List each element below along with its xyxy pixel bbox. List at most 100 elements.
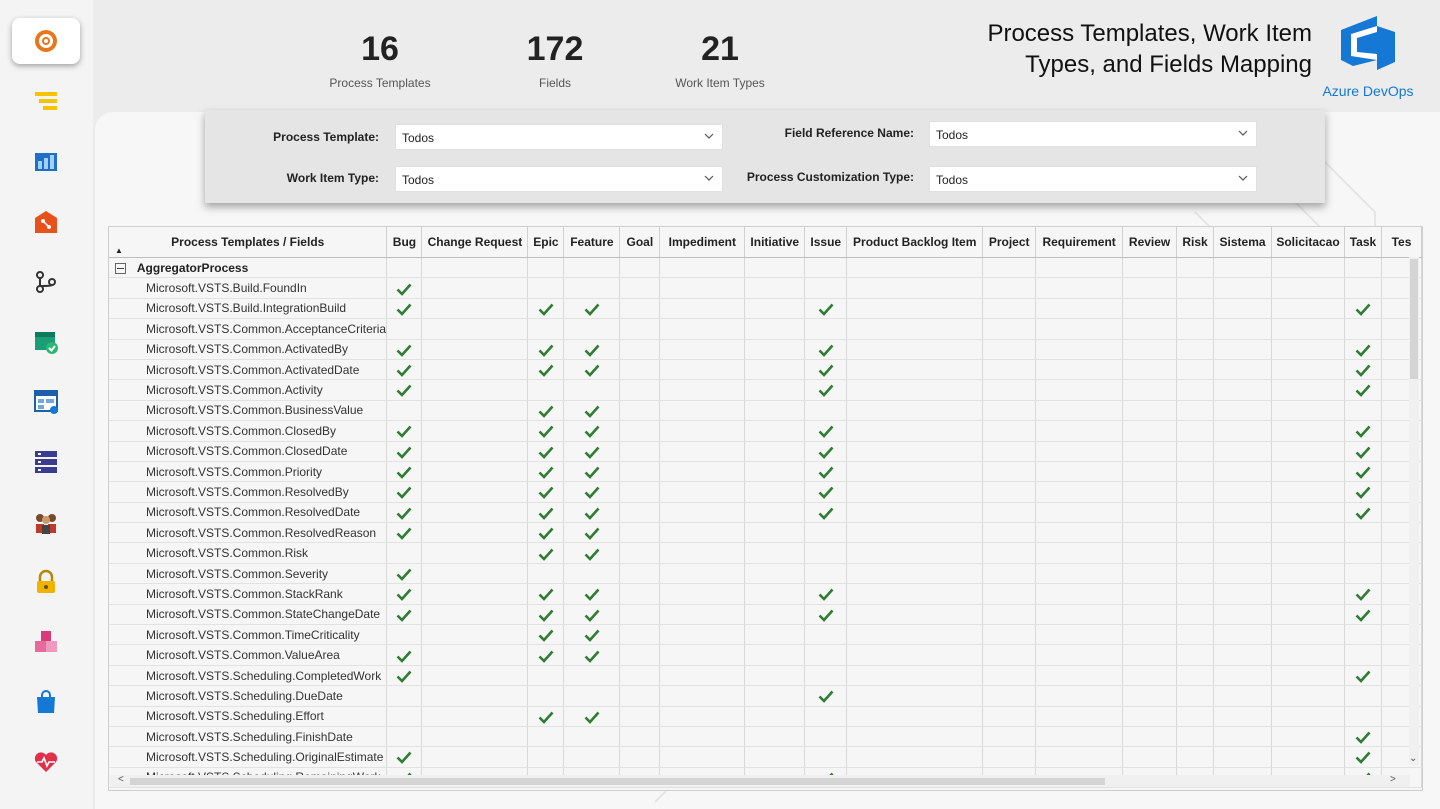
- field-reference-name-select[interactable]: Todos: [929, 121, 1257, 147]
- empty-cell: [1122, 298, 1178, 320]
- column-header-project[interactable]: Project: [982, 227, 1037, 258]
- empty-cell: [563, 379, 621, 401]
- column-header-goal[interactable]: Goal: [619, 227, 661, 258]
- table-row[interactable]: Microsoft.VSTS.Common.Activity: [109, 379, 1422, 401]
- empty-cell: [527, 726, 565, 748]
- table-row[interactable]: Microsoft.VSTS.Build.FoundIn: [109, 277, 1422, 299]
- table-row[interactable]: Microsoft.VSTS.Common.ClosedBy: [109, 420, 1422, 442]
- column-header-tes[interactable]: Tes: [1381, 227, 1422, 258]
- group-row[interactable]: AggregatorProcess: [109, 257, 1422, 279]
- field-name-cell: Microsoft.VSTS.Common.StateChangeDate: [109, 604, 388, 626]
- empty-cell: [1176, 420, 1215, 442]
- table-row[interactable]: Microsoft.VSTS.Common.ResolvedReason: [109, 522, 1422, 544]
- scroll-left-arrow-icon[interactable]: <: [118, 774, 124, 785]
- table-row[interactable]: Microsoft.VSTS.Common.TimeCriticality: [109, 624, 1422, 646]
- empty-cell: [1035, 583, 1124, 605]
- collapse-icon[interactable]: [115, 263, 126, 275]
- process-customization-type-select[interactable]: Todos: [929, 166, 1257, 192]
- column-header-epic[interactable]: Epic: [527, 227, 565, 258]
- vertical-scrollbar[interactable]: [1409, 257, 1419, 765]
- pipelines-icon[interactable]: [32, 448, 60, 476]
- azure-devops-gear-icon[interactable]: [32, 27, 60, 55]
- security-lock-icon[interactable]: [32, 568, 60, 596]
- empty-cell: [659, 746, 746, 768]
- table-row[interactable]: Microsoft.VSTS.Scheduling.Effort: [109, 706, 1422, 727]
- test-plans-icon[interactable]: [32, 328, 60, 356]
- column-header-change-request[interactable]: Change Request: [421, 227, 529, 258]
- table-row[interactable]: Microsoft.VSTS.Common.BusinessValue: [109, 400, 1422, 422]
- table-row[interactable]: Microsoft.VSTS.Scheduling.DueDate: [109, 685, 1422, 707]
- table-row[interactable]: Microsoft.VSTS.Common.AcceptanceCriteria: [109, 318, 1422, 340]
- sort-up-icon[interactable]: ▲: [115, 246, 123, 255]
- vertical-scroll-thumb[interactable]: [1410, 259, 1418, 379]
- boards-icon[interactable]: [32, 88, 60, 116]
- scroll-down-arrow-icon[interactable]: ⌄: [1409, 753, 1417, 764]
- table-row[interactable]: Microsoft.VSTS.Build.IntegrationBuild: [109, 298, 1422, 320]
- empty-cell: [1176, 604, 1215, 626]
- table-row[interactable]: Microsoft.VSTS.Scheduling.CompletedWork: [109, 665, 1422, 687]
- empty-cell: [1344, 542, 1382, 564]
- empty-cell: [619, 746, 661, 768]
- horizontal-scroll-thumb[interactable]: [130, 778, 1105, 785]
- chevron-down-icon: [1238, 130, 1248, 136]
- table-row[interactable]: Microsoft.VSTS.Common.StateChangeDate: [109, 604, 1422, 626]
- empty-cell: [421, 400, 529, 422]
- group-cell[interactable]: AggregatorProcess: [109, 257, 388, 279]
- checked-cell: [527, 604, 565, 626]
- empty-cell: [1213, 563, 1273, 585]
- empty-cell: [982, 522, 1037, 544]
- column-header-review[interactable]: Review: [1122, 227, 1178, 258]
- marketplace-bag-icon[interactable]: [32, 688, 60, 716]
- empty-cell: [744, 583, 806, 605]
- repos-icon[interactable]: [32, 208, 60, 236]
- column-header-task[interactable]: Task: [1344, 227, 1382, 258]
- row-header-cell[interactable]: Process Templates / Fields ▲: [109, 227, 388, 258]
- column-header-issue[interactable]: Issue: [804, 227, 848, 258]
- azure-devops-logo: Azure DevOps: [1318, 12, 1418, 99]
- empty-cell: [527, 665, 565, 687]
- table-row[interactable]: Microsoft.VSTS.Common.StackRank: [109, 583, 1422, 605]
- table-row[interactable]: Microsoft.VSTS.Common.Severity: [109, 563, 1422, 585]
- column-header-bug[interactable]: Bug: [386, 227, 423, 258]
- checkmark-icon: [397, 507, 412, 520]
- table-row[interactable]: Microsoft.VSTS.Scheduling.FinishDate: [109, 726, 1422, 748]
- table-row[interactable]: Microsoft.VSTS.Common.Risk: [109, 542, 1422, 564]
- checked-cell: [804, 583, 848, 605]
- empty-cell: [619, 400, 661, 422]
- table-row[interactable]: Microsoft.VSTS.Common.Priority: [109, 461, 1422, 483]
- table-row[interactable]: Microsoft.VSTS.Common.ActivatedBy: [109, 339, 1422, 360]
- column-header-solicitacao[interactable]: Solicitacao: [1271, 227, 1345, 258]
- column-header-initiative[interactable]: Initiative: [744, 227, 806, 258]
- table-row[interactable]: Microsoft.VSTS.Common.ClosedDate: [109, 441, 1422, 462]
- column-header-requirement[interactable]: Requirement: [1035, 227, 1124, 258]
- artifacts-icon[interactable]: [32, 628, 60, 656]
- backlog-icon[interactable]: [32, 148, 60, 176]
- column-header-feature[interactable]: Feature: [563, 227, 621, 258]
- work-item-type-select[interactable]: Todos: [395, 166, 723, 192]
- column-header-impediment[interactable]: Impediment: [659, 227, 746, 258]
- empty-cell: [1213, 726, 1273, 748]
- checkmark-icon: [818, 507, 834, 520]
- table-row[interactable]: Microsoft.VSTS.Scheduling.OriginalEstima…: [109, 746, 1422, 768]
- table-row[interactable]: Microsoft.VSTS.Common.ResolvedDate: [109, 502, 1422, 524]
- teams-icon[interactable]: [32, 508, 60, 536]
- checked-cell: [804, 379, 848, 401]
- pull-request-icon[interactable]: [32, 268, 60, 296]
- checked-cell: [563, 400, 621, 422]
- empty-cell: [1271, 542, 1345, 564]
- table-row[interactable]: Microsoft.VSTS.Common.ResolvedBy: [109, 481, 1422, 503]
- empty-cell: [804, 624, 848, 646]
- empty-cell: [1271, 379, 1345, 401]
- column-header-risk[interactable]: Risk: [1176, 227, 1215, 258]
- health-heart-icon[interactable]: [32, 748, 60, 776]
- scroll-right-arrow-icon[interactable]: >: [1390, 774, 1396, 785]
- horizontal-scrollbar[interactable]: [110, 775, 1410, 787]
- process-template-select[interactable]: Todos: [395, 124, 723, 150]
- dashboard-icon[interactable]: [32, 388, 60, 416]
- column-header-product-backlog-item[interactable]: Product Backlog Item: [846, 227, 984, 258]
- table-row[interactable]: Microsoft.VSTS.Common.ValueArea: [109, 644, 1422, 666]
- column-header-sistema[interactable]: Sistema: [1213, 227, 1273, 258]
- table-row[interactable]: Microsoft.VSTS.Common.ActivatedDate: [109, 359, 1422, 381]
- empty-cell: [1213, 277, 1273, 299]
- field-reference-name-value: Todos: [936, 128, 969, 142]
